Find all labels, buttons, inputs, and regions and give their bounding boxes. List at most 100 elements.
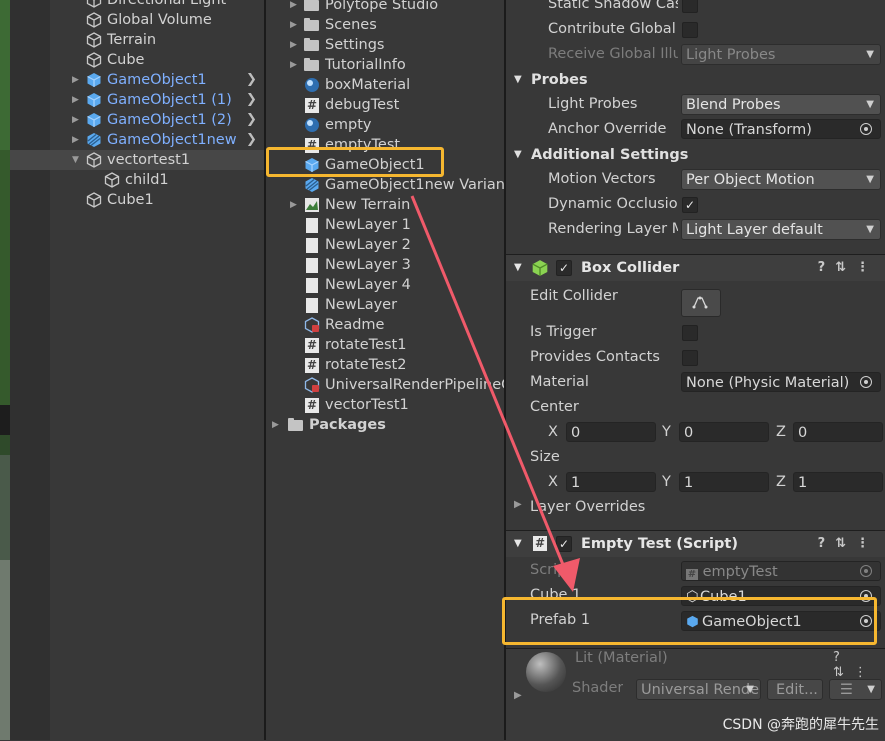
project-item[interactable]: NewLayer	[266, 295, 504, 315]
shader-dropdown[interactable]: Universal Render Pipeline/Lit▼	[636, 679, 761, 700]
project-item[interactable]: # debugTest	[266, 95, 504, 115]
project-item[interactable]: ▶ New Terrain	[266, 195, 504, 215]
rendering-layer-dropdown[interactable]: Light Layer default ▼	[681, 219, 881, 240]
anchor-override-field[interactable]: None (Transform)	[681, 119, 881, 139]
collapse-arrow-icon[interactable]: ▼	[72, 150, 82, 170]
provides-contacts-checkbox[interactable]	[682, 350, 698, 366]
project-item[interactable]: # vectorTest1	[266, 395, 504, 415]
hierarchy-item[interactable]: child1	[10, 170, 264, 190]
hierarchy-item[interactable]: Directional Light	[10, 0, 264, 10]
size-y-field[interactable]: 1	[679, 472, 769, 492]
project-item[interactable]: NewLayer 3	[266, 255, 504, 275]
project-item[interactable]: ▶ Settings	[266, 35, 504, 55]
box-collider-enabled-checkbox[interactable]: ✓	[556, 260, 572, 276]
center-z-field[interactable]: 0	[793, 422, 883, 442]
script-icon: #	[686, 569, 698, 580]
expand-arrow-icon[interactable]: ▶	[72, 90, 82, 110]
expand-arrow-icon[interactable]: ▶	[72, 70, 82, 90]
center-x-field[interactable]: 0	[566, 422, 656, 442]
expand-arrow-icon[interactable]: ▶	[290, 35, 300, 55]
expand-arrow-icon[interactable]: ▶	[72, 110, 82, 130]
hierarchy-item-selected[interactable]: ▼ vectortest1	[10, 150, 264, 170]
collapse-arrow-icon[interactable]: ▼	[514, 531, 522, 557]
inspector-panel: Static Shadow Caster Contribute Global I…	[502, 0, 885, 741]
project-item[interactable]: GameObject1new Variant	[266, 175, 504, 195]
project-item[interactable]: # rotateTest1	[266, 335, 504, 355]
script-icon: #	[305, 98, 319, 113]
list-icon: ☰	[840, 682, 853, 698]
project-item[interactable]: NewLayer 2	[266, 235, 504, 255]
empty-test-header[interactable]: ▼ # ✓ Empty Test (Script) ?⇅⋮	[506, 530, 885, 557]
empty-test-title: Empty Test (Script)	[581, 536, 738, 552]
receive-gi-dropdown[interactable]: Light Probes ▼	[681, 44, 881, 65]
expand-arrow-icon[interactable]: ▶	[514, 690, 522, 701]
collapse-arrow-icon[interactable]: ▼	[514, 255, 522, 281]
hierarchy-item[interactable]: ▶ GameObject1 (2) ❯	[10, 110, 264, 130]
light-probes-dropdown[interactable]: Blend Probes ▼	[681, 94, 881, 115]
expand-arrow-icon[interactable]: ▶	[72, 130, 82, 150]
expand-arrow-icon[interactable]: ▶	[290, 15, 300, 35]
edit-collider-button[interactable]	[681, 289, 721, 317]
box-collider-icon	[531, 259, 549, 286]
expand-arrow-icon[interactable]: ▶	[272, 415, 282, 435]
expand-arrow-icon[interactable]: ▶	[290, 0, 300, 15]
chevron-right-icon[interactable]: ❯	[246, 130, 257, 150]
motion-vectors-dropdown[interactable]: Per Object Motion ▼	[681, 169, 881, 190]
hierarchy-item-label: Cube	[107, 52, 145, 68]
hierarchy-item[interactable]: Global Volume	[10, 10, 264, 30]
object-picker-icon[interactable]	[860, 376, 872, 388]
material-menu-icons[interactable]: ?⇅⋮	[833, 650, 885, 680]
axis-y-label: Y	[662, 424, 671, 440]
project-item[interactable]: ▶ Scenes	[266, 15, 504, 35]
shader-value: Universal Render Pipeline/Lit	[641, 682, 761, 698]
prefab-icon	[86, 92, 102, 108]
anchor-override-label: Anchor Override	[548, 121, 667, 137]
is-trigger-checkbox[interactable]	[682, 325, 698, 341]
dynamic-occlusion-checkbox[interactable]: ✓	[682, 197, 698, 213]
size-z-field[interactable]: 1	[793, 472, 883, 492]
size-x-field[interactable]: 1	[566, 472, 656, 492]
hierarchy-item[interactable]: Cube	[10, 50, 264, 70]
highlight-box-prefab-field	[502, 597, 877, 645]
expand-arrow-icon[interactable]: ▶	[514, 499, 522, 510]
expand-arrow-icon[interactable]: ▶	[290, 55, 300, 75]
dropdown-arrow-icon: ▼	[866, 99, 874, 110]
project-item[interactable]: Readme	[266, 315, 504, 335]
object-picker-icon[interactable]	[860, 123, 872, 135]
component-menu-icons[interactable]: ?⇅⋮	[818, 255, 879, 281]
box-collider-header[interactable]: ▼ ✓ Box Collider ?⇅⋮	[506, 254, 885, 281]
project-item[interactable]: empty	[266, 115, 504, 135]
axis-z-label: Z	[776, 424, 786, 440]
static-shadow-checkbox[interactable]	[682, 0, 698, 13]
hierarchy-item[interactable]: ▶ GameObject1 (1) ❯	[10, 90, 264, 110]
project-packages[interactable]: ▶ Packages	[266, 415, 504, 435]
gameobject-icon	[86, 152, 102, 168]
chevron-right-icon[interactable]: ❯	[246, 90, 257, 110]
expand-arrow-icon[interactable]: ▶	[290, 195, 300, 215]
component-menu-icons[interactable]: ?⇅⋮	[818, 531, 879, 557]
script-value: emptyTest	[702, 564, 778, 580]
project-item[interactable]: NewLayer 4	[266, 275, 504, 295]
shader-options-button[interactable]: ☰ ▼	[829, 679, 882, 700]
project-item[interactable]: ▶ Polytope Studio	[266, 0, 504, 15]
edit-shader-button[interactable]: Edit...	[767, 679, 823, 700]
chevron-right-icon[interactable]: ❯	[246, 70, 257, 90]
hierarchy-item[interactable]: Terrain	[10, 30, 264, 50]
prefab-variant-icon	[86, 132, 102, 148]
hierarchy-item[interactable]: ▶ GameObject1 ❯	[10, 70, 264, 90]
additional-settings-foldout[interactable]: ▼ Additional Settings	[506, 143, 885, 167]
physic-material-field[interactable]: None (Physic Material)	[681, 372, 881, 392]
empty-test-enabled-checkbox[interactable]: ✓	[556, 536, 572, 552]
chevron-right-icon[interactable]: ❯	[246, 110, 257, 130]
project-item[interactable]: boxMaterial	[266, 75, 504, 95]
project-item[interactable]: UniversalRenderPipelineGlobalSettings	[266, 375, 504, 395]
project-item[interactable]: NewLayer 1	[266, 215, 504, 235]
hierarchy-item[interactable]: ▶ GameObject1new ❯	[10, 130, 264, 150]
project-item[interactable]: # rotateTest2	[266, 355, 504, 375]
probes-foldout[interactable]: ▼ Probes	[506, 68, 885, 92]
contribute-gi-checkbox[interactable]	[682, 22, 698, 38]
project-item[interactable]: ▶ TutorialInfo	[266, 55, 504, 75]
center-y-field[interactable]: 0	[679, 422, 769, 442]
center-label: Center	[530, 399, 579, 415]
hierarchy-item[interactable]: Cube1	[10, 190, 264, 210]
